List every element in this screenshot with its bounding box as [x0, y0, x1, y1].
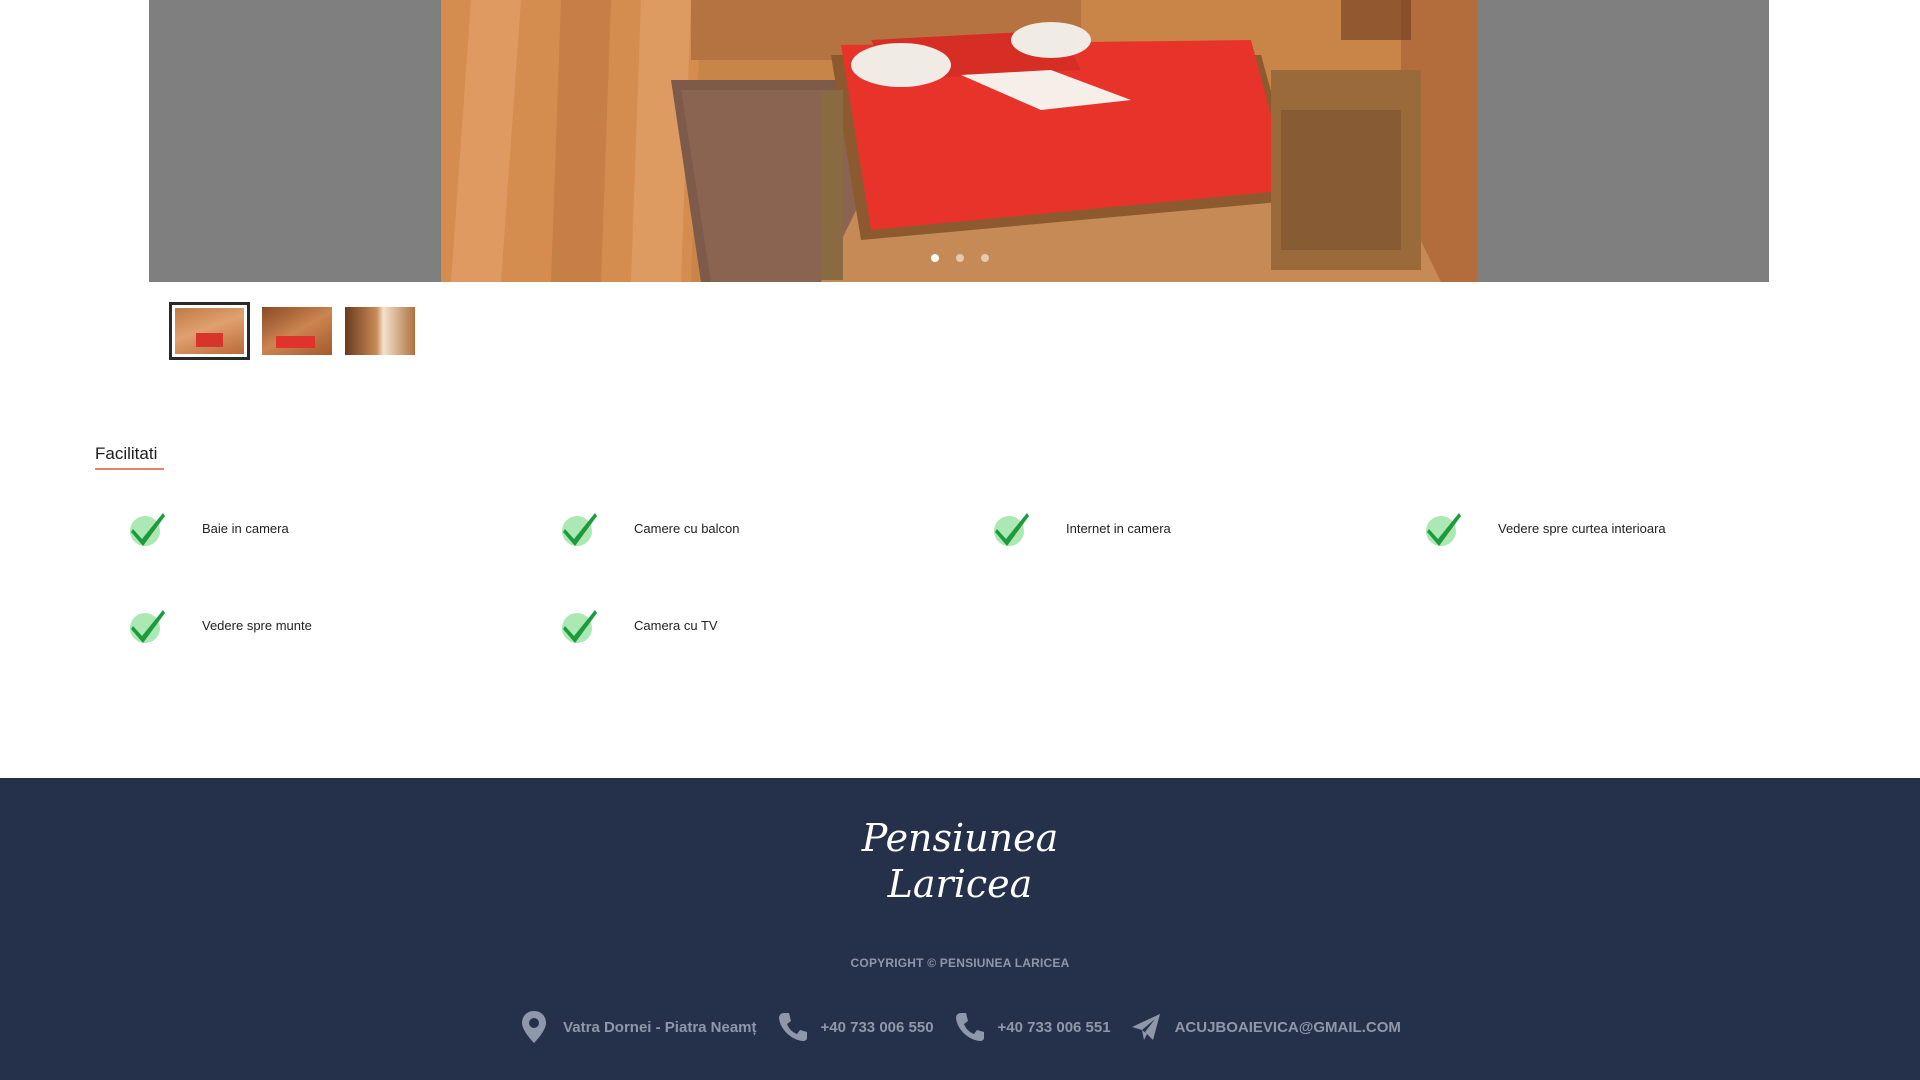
room-photo	[441, 0, 1477, 282]
check-icon	[1426, 513, 1461, 546]
contact-phone-2-text[interactable]: +40 733 006 551	[998, 1019, 1111, 1036]
facility-label: Camera cu TV	[634, 618, 718, 633]
footer-logo-line1[interactable]: Pensiunea	[0, 815, 1920, 861]
facility-label: Vedere spre curtea interioara	[1498, 521, 1666, 536]
facility-item: Internet in camera	[992, 510, 1424, 547]
contact-phone-2[interactable]: +40 733 006 551	[954, 1010, 1111, 1044]
check-icon	[994, 513, 1029, 546]
facility-item: Camera cu TV	[560, 607, 992, 644]
thumbnail-1[interactable]	[169, 302, 250, 360]
facilities-title: Facilitati	[95, 444, 165, 470]
check-icon	[130, 513, 165, 546]
room-photo-image	[441, 0, 1477, 282]
facility-item: Baie in camera	[128, 510, 560, 547]
footer-contacts: Vatra Dornei - Piatra Neamț +40 733 006 …	[0, 1010, 1920, 1044]
phone-icon	[778, 1013, 807, 1041]
slide-dots	[931, 254, 989, 262]
thumbnail-3[interactable]	[344, 306, 416, 356]
site-footer: Pensiunea Laricea COPYRIGHT © PENSIUNEA …	[0, 778, 1920, 1080]
footer-logo-line2[interactable]: Laricea	[0, 861, 1920, 907]
slide-dot-3[interactable]	[981, 254, 989, 262]
facility-label: Vedere spre munte	[202, 618, 312, 633]
check-icon	[130, 610, 165, 643]
facility-item: Camere cu balcon	[560, 510, 992, 547]
phone-icon	[955, 1013, 984, 1041]
paper-plane-icon	[1131, 1014, 1160, 1040]
gallery-thumbnails	[169, 302, 416, 360]
slide-dot-2[interactable]	[956, 254, 964, 262]
facility-label: Internet in camera	[1066, 521, 1171, 536]
contact-email[interactable]: ACUJBOAIEVICA@GMAIL.COM	[1131, 1010, 1401, 1044]
contact-phone-1[interactable]: +40 733 006 550	[777, 1010, 934, 1044]
check-icon	[562, 610, 597, 643]
location-pin-icon	[522, 1011, 547, 1043]
contact-phone-1-text[interactable]: +40 733 006 550	[821, 1019, 934, 1036]
facility-label: Camere cu balcon	[634, 521, 740, 536]
check-icon	[562, 513, 597, 546]
copyright-text: COPYRIGHT © PENSIUNEA LARICEA	[850, 956, 1070, 970]
room-gallery[interactable]	[149, 0, 1769, 282]
facility-item: Vedere spre munte	[128, 607, 560, 644]
facilities-list: Baie in camera Camere cu balcon Internet…	[128, 510, 1878, 644]
thumbnail-2[interactable]	[261, 306, 333, 356]
facility-label: Baie in camera	[202, 521, 289, 536]
contact-address-text: Vatra Dornei - Piatra Neamț	[563, 1018, 757, 1036]
slide-dot-1[interactable]	[931, 254, 939, 262]
facility-item: Vedere spre curtea interioara	[1424, 510, 1856, 547]
contact-address: Vatra Dornei - Piatra Neamț	[519, 1010, 757, 1044]
contact-email-text[interactable]: ACUJBOAIEVICA@GMAIL.COM	[1175, 1019, 1401, 1036]
